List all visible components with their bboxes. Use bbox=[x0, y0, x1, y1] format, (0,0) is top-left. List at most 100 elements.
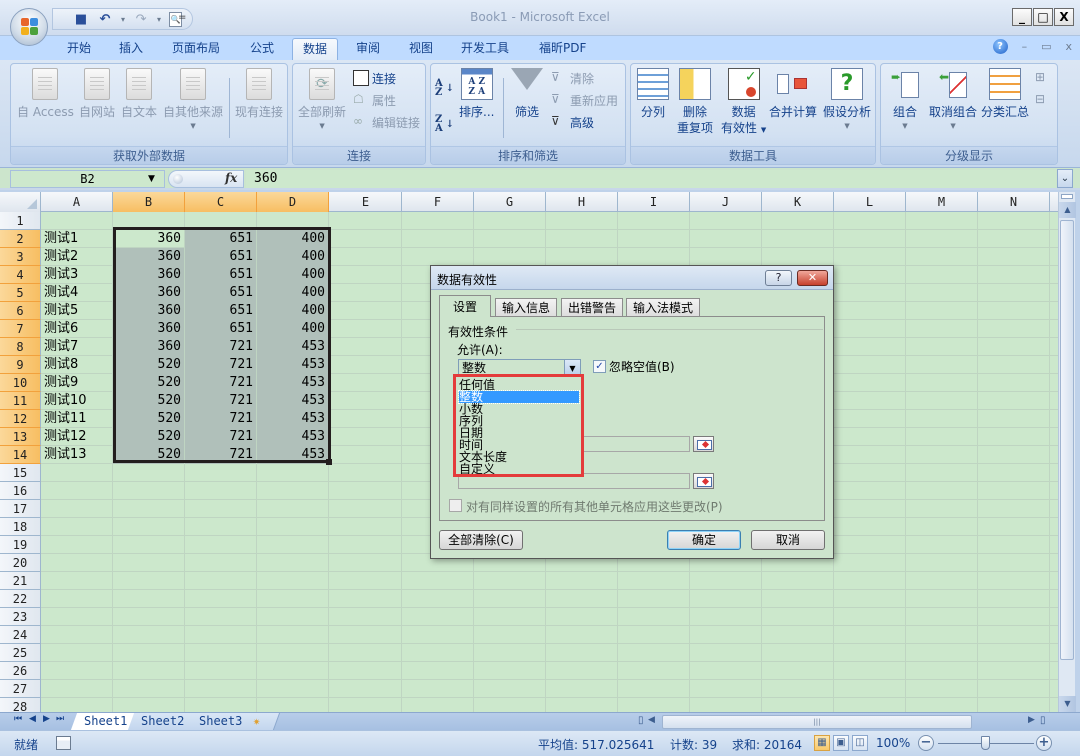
from-other-sources-button[interactable]: 自其他来源 ▼ bbox=[163, 68, 223, 130]
row-header-7[interactable]: 7 bbox=[0, 320, 41, 338]
label-cell[interactable]: 测试3 bbox=[41, 266, 112, 284]
insert-function-icon[interactable]: fx bbox=[225, 171, 237, 185]
value-cell[interactable]: 360 bbox=[113, 230, 184, 248]
advanced-filter-button[interactable]: ⊽ 高级 bbox=[551, 112, 594, 132]
value-cell[interactable]: 520 bbox=[113, 446, 184, 464]
row-header-24[interactable]: 24 bbox=[0, 626, 41, 644]
dialog-title-bar[interactable]: 数据有效性 ? ✕ bbox=[431, 266, 833, 290]
maximum-field[interactable] bbox=[458, 473, 690, 489]
value-cell[interactable]: 453 bbox=[257, 428, 328, 446]
sort-descending-button[interactable]: Z A ↓ bbox=[435, 114, 454, 134]
value-cell[interactable]: 400 bbox=[257, 248, 328, 266]
row-header-21[interactable]: 21 bbox=[0, 572, 41, 590]
sort-ascending-button[interactable]: A Z ↓ bbox=[435, 78, 454, 98]
workbook-restore-button[interactable]: ▭ bbox=[1041, 40, 1051, 53]
tab-review[interactable]: 审阅 bbox=[346, 38, 390, 60]
row-header-5[interactable]: 5 bbox=[0, 284, 41, 302]
value-cell[interactable]: 360 bbox=[113, 284, 184, 302]
undo-icon[interactable]: ↶ bbox=[97, 11, 113, 27]
column-header-m[interactable]: M bbox=[906, 192, 978, 212]
minimize-button[interactable]: _ bbox=[1012, 8, 1032, 26]
row-header-28[interactable]: 28 bbox=[0, 698, 41, 712]
label-cell[interactable]: 测试9 bbox=[41, 374, 112, 392]
what-if-analysis-button[interactable]: ? 假设分析 ▼ bbox=[823, 68, 871, 130]
remove-duplicates-button[interactable]: 删除 重复项 bbox=[677, 68, 713, 136]
value-cell[interactable]: 721 bbox=[185, 446, 256, 464]
row-header-23[interactable]: 23 bbox=[0, 608, 41, 626]
value-cell[interactable]: 453 bbox=[257, 392, 328, 410]
label-cell[interactable]: 测试11 bbox=[41, 410, 112, 428]
customize-qat-icon[interactable]: = bbox=[178, 12, 186, 23]
label-cell[interactable]: 测试8 bbox=[41, 356, 112, 374]
column-header-e[interactable]: E bbox=[330, 192, 402, 212]
properties-button[interactable]: ☖ 属性 bbox=[353, 90, 396, 110]
zoom-level[interactable]: 100% bbox=[876, 736, 910, 750]
row-header-10[interactable]: 10 bbox=[0, 374, 41, 392]
value-cell[interactable]: 520 bbox=[113, 428, 184, 446]
consolidate-button[interactable]: 合并计算 bbox=[769, 68, 817, 120]
row-header-18[interactable]: 18 bbox=[0, 518, 41, 536]
value-cell[interactable]: 453 bbox=[257, 446, 328, 464]
label-cell[interactable]: 测试10 bbox=[41, 392, 112, 410]
column-header-l[interactable]: L bbox=[834, 192, 906, 212]
value-cell[interactable]: 400 bbox=[257, 320, 328, 338]
tab-formulas[interactable]: 公式 bbox=[240, 38, 284, 60]
value-cell[interactable]: 520 bbox=[113, 356, 184, 374]
vertical-scrollbar[interactable]: ▲ ▼ bbox=[1058, 192, 1076, 712]
row-header-25[interactable]: 25 bbox=[0, 644, 41, 662]
column-header-n[interactable]: N bbox=[978, 192, 1050, 212]
value-cell[interactable]: 453 bbox=[257, 410, 328, 428]
value-cell[interactable]: 360 bbox=[113, 338, 184, 356]
from-access-button[interactable]: 自 Access bbox=[17, 68, 74, 120]
row-header-14[interactable]: 14 bbox=[0, 446, 41, 464]
name-box-dropdown-icon[interactable]: ▼ bbox=[148, 174, 155, 184]
collapse-dialog-button-2[interactable] bbox=[693, 473, 714, 489]
workbook-close-button[interactable]: x bbox=[1065, 40, 1072, 53]
row-header-19[interactable]: 19 bbox=[0, 536, 41, 554]
vertical-scroll-thumb[interactable] bbox=[1060, 220, 1074, 660]
value-cell[interactable]: 453 bbox=[257, 374, 328, 392]
value-cell[interactable]: 360 bbox=[113, 320, 184, 338]
row-header-15[interactable]: 15 bbox=[0, 464, 41, 482]
value-cell[interactable]: 721 bbox=[185, 428, 256, 446]
select-all-button[interactable] bbox=[0, 192, 41, 212]
row-header-6[interactable]: 6 bbox=[0, 302, 41, 320]
value-cell[interactable]: 721 bbox=[185, 356, 256, 374]
column-header-b[interactable]: B bbox=[113, 192, 185, 212]
insert-sheet-tab[interactable]: ✷ bbox=[243, 713, 281, 730]
allow-option[interactable]: 自定义 bbox=[459, 463, 579, 474]
next-sheet-icon[interactable]: ▶ bbox=[43, 714, 50, 724]
edit-links-button[interactable]: ∞ 编辑链接 bbox=[353, 112, 420, 132]
prev-sheet-icon[interactable]: ◀ bbox=[29, 714, 36, 724]
page-break-view-icon[interactable]: ◫ bbox=[852, 735, 868, 751]
row-header-17[interactable]: 17 bbox=[0, 500, 41, 518]
last-sheet-icon[interactable]: ⏭ bbox=[56, 714, 64, 724]
column-header-d[interactable]: D bbox=[257, 192, 329, 212]
value-cell[interactable]: 721 bbox=[185, 338, 256, 356]
from-web-button[interactable]: 自网站 bbox=[79, 68, 115, 120]
scroll-left-icon[interactable]: ◀ bbox=[648, 715, 655, 725]
expand-formula-bar-icon[interactable]: ⌄ bbox=[1057, 169, 1073, 188]
close-button[interactable]: X bbox=[1054, 8, 1074, 26]
column-header-f[interactable]: F bbox=[402, 192, 474, 212]
value-cell[interactable]: 651 bbox=[185, 284, 256, 302]
value-cell[interactable]: 400 bbox=[257, 284, 328, 302]
column-header-j[interactable]: J bbox=[690, 192, 762, 212]
tab-view[interactable]: 视图 bbox=[399, 38, 443, 60]
group-button[interactable]: ➨ 组合 ▼ bbox=[889, 68, 921, 130]
split-handle[interactable]: ▯ bbox=[1040, 715, 1046, 726]
refresh-all-button[interactable]: ⟳ 全部刷新 ▼ bbox=[298, 68, 346, 130]
fill-handle[interactable] bbox=[326, 459, 332, 465]
row-header-22[interactable]: 22 bbox=[0, 590, 41, 608]
value-cell[interactable]: 360 bbox=[113, 302, 184, 320]
horizontal-scroll-thumb[interactable]: ||| bbox=[662, 715, 972, 729]
value-cell[interactable]: 651 bbox=[185, 302, 256, 320]
zoom-in-icon[interactable]: + bbox=[1036, 735, 1052, 751]
value-cell[interactable]: 453 bbox=[257, 356, 328, 374]
value-cell[interactable]: 651 bbox=[185, 230, 256, 248]
value-cell[interactable]: 520 bbox=[113, 374, 184, 392]
value-cell[interactable]: 520 bbox=[113, 392, 184, 410]
allow-dropdown-list[interactable]: 任何值 整数 小数 序列 日期 时间 文本长度 自定义 bbox=[455, 376, 582, 475]
value-cell[interactable]: 400 bbox=[257, 266, 328, 284]
label-cell[interactable]: 测试7 bbox=[41, 338, 112, 356]
